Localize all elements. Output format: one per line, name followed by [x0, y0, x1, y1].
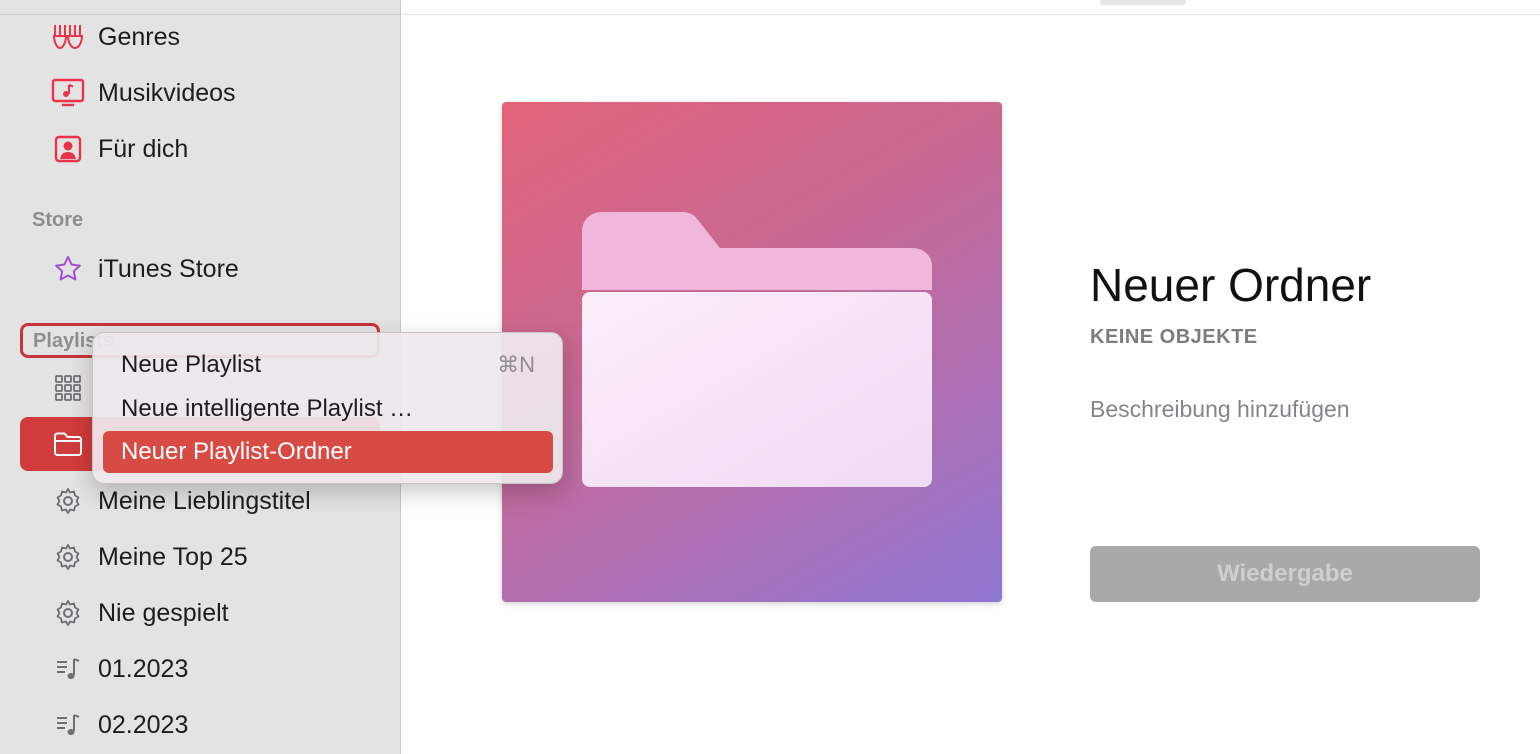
- menu-item-new-playlist[interactable]: Neue Playlist ⌘N: [103, 344, 553, 386]
- menu-item-shortcut: ⌘N: [497, 352, 535, 377]
- sidebar-item-label: Meine Top 25: [98, 542, 248, 571]
- sidebar-item-label: 02.2023: [98, 710, 189, 739]
- gear-icon: [50, 595, 86, 631]
- folder-body-shape: [582, 292, 932, 487]
- folder-tab-shape: [582, 212, 932, 290]
- genres-icon: [50, 19, 86, 55]
- sidebar-item-itunes-store[interactable]: iTunes Store: [20, 245, 380, 293]
- menu-item-label: Neue intelligente Playlist …: [121, 395, 414, 422]
- sidebar-item-music-videos[interactable]: Musikvideos: [20, 69, 380, 117]
- sidebar-section-store: Store: [32, 209, 84, 231]
- folder-artwork: [502, 102, 1002, 602]
- sidebar-item-playlist-01-2023[interactable]: 01.2023: [20, 645, 380, 693]
- menu-item-label: Neue Playlist: [121, 351, 262, 378]
- sidebar-item-label: Musikvideos: [98, 78, 236, 107]
- sidebar-item-for-you[interactable]: Für dich: [20, 125, 380, 173]
- toolbar-segment[interactable]: [1100, 0, 1186, 5]
- gear-icon: [50, 483, 86, 519]
- menu-item-new-smart-playlist[interactable]: Neue intelligente Playlist …: [103, 388, 553, 430]
- add-description-link[interactable]: Beschreibung hinzufügen: [1090, 396, 1350, 423]
- sidebar-item-favorites[interactable]: Meine Lieblingstitel: [20, 477, 380, 525]
- for-you-icon: [50, 131, 86, 167]
- toolbar-divider: [402, 14, 1540, 15]
- sidebar-item-label: Meine Lieblingstitel: [98, 486, 311, 515]
- sidebar-item-label: 01.2023: [98, 654, 189, 683]
- sidebar-item-label: Genres: [98, 22, 180, 51]
- grid-icon: [50, 370, 86, 406]
- folder-icon: [50, 426, 86, 462]
- menu-item-new-playlist-folder[interactable]: Neuer Playlist-Ordner: [103, 431, 553, 473]
- sidebar-item-label: Nie gespielt: [98, 598, 229, 627]
- sidebar-item-top-25[interactable]: Meine Top 25: [20, 533, 380, 581]
- page-title[interactable]: Neuer Ordner: [1090, 258, 1371, 312]
- sidebar-item-never-played[interactable]: Nie gespielt: [20, 589, 380, 637]
- star-icon: [50, 251, 86, 287]
- sidebar-item-playlist-02-2023[interactable]: 02.2023: [20, 701, 380, 749]
- play-button[interactable]: Wiedergabe: [1090, 546, 1480, 602]
- music-video-icon: [50, 75, 86, 111]
- playlist-icon: [50, 651, 86, 687]
- context-menu: Neue Playlist ⌘N Neue intelligente Playl…: [92, 332, 563, 484]
- gear-icon: [50, 539, 86, 575]
- sidebar-item-label: Für dich: [98, 134, 189, 163]
- sidebar-item-label: iTunes Store: [98, 254, 239, 283]
- item-count: KEINE OBJEKTE: [1090, 326, 1258, 348]
- menu-item-label: Neuer Playlist-Ordner: [121, 438, 352, 465]
- sidebar-item-genres[interactable]: Genres: [20, 13, 380, 61]
- playlist-icon: [50, 707, 86, 743]
